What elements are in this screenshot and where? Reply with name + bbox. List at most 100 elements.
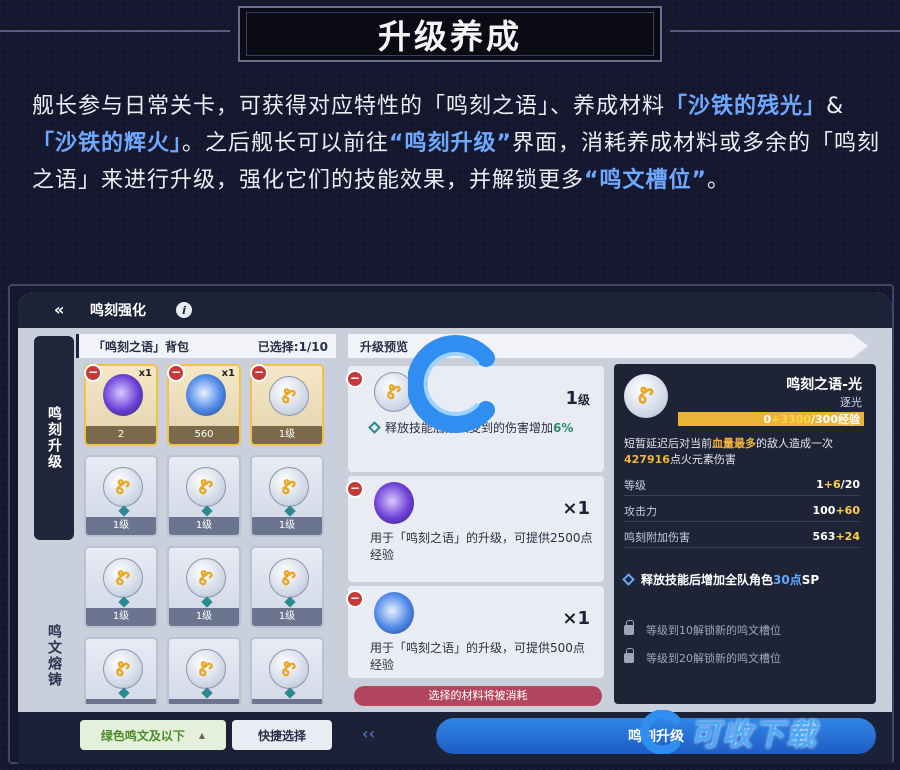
detail-panel: Ꮡ 鸣刻之语-光 逐光 0+3300/300经验 短暂延迟后对当前血量最多的敌人… xyxy=(614,364,876,704)
item-description: 短暂延迟后对当前血量最多的敌人造成一次427916点火元素伤害 xyxy=(624,437,833,466)
slot-label: 1级 xyxy=(252,426,322,444)
consume-note: 选择的材料将被消耗 xyxy=(354,686,602,706)
preview-value: ×1 xyxy=(562,498,590,519)
purple-orb-icon xyxy=(103,374,143,416)
inventory-slot[interactable]: Ꮡ xyxy=(84,637,158,704)
gem-icon xyxy=(284,687,296,699)
intro-paragraph: 舰长参与日常关卡，可获得对应特性的「鸣刻之语」、养成材料「沙铁的残光」&「沙铁的… xyxy=(32,94,880,193)
medal-icon: Ꮡ xyxy=(186,467,226,507)
title-deco-right xyxy=(670,30,900,50)
preview-card-material: − ×1 用于「鸣刻之语」的升级，可提供2500点经验 xyxy=(346,476,604,582)
skill-text: 释放技能后增加全队角色30点SP xyxy=(622,572,868,589)
inventory-slot[interactable]: Ꮡ xyxy=(167,637,241,704)
slot-label xyxy=(86,699,156,704)
side-nav: 鸣刻升级 鸣文熔铸 xyxy=(34,336,74,764)
medal-icon: Ꮡ xyxy=(269,376,309,416)
lock-row-20: 等级到20解锁新的鸣文槽位 xyxy=(624,648,781,666)
exp-text: 0+3300/300经验 xyxy=(763,413,860,426)
slot-label xyxy=(169,699,239,704)
stat-attack: 攻击力 100+60 xyxy=(624,500,860,522)
gem-icon xyxy=(201,505,213,517)
remove-icon[interactable]: − xyxy=(84,364,102,382)
title-deco-left xyxy=(0,30,230,50)
slot-label: 560 xyxy=(169,426,239,444)
remove-icon[interactable]: − xyxy=(346,480,364,498)
top-bar: « 鸣刻强化 i xyxy=(18,292,892,328)
preview-desc: 用于「鸣刻之语」的升级，可提供500点经验 xyxy=(370,641,585,672)
watermark-logo xyxy=(406,334,500,434)
caret-up-icon: ▲ xyxy=(198,730,206,740)
gem-icon xyxy=(201,687,213,699)
medal-icon: Ꮡ xyxy=(103,467,143,507)
slot-label xyxy=(252,699,322,704)
quick-select-button[interactable]: 快捷选择 xyxy=(232,720,332,750)
remove-icon[interactable]: − xyxy=(167,364,185,382)
item-subtitle: 逐光 xyxy=(840,396,862,409)
info-icon[interactable]: i xyxy=(176,302,192,318)
inventory-header: 「鸣刻之语」背包 已选择:1/10 xyxy=(76,334,336,358)
remove-icon[interactable]: − xyxy=(346,370,364,388)
c-logo-small-icon xyxy=(640,710,681,754)
stat-extra-damage: 鸣刻附加伤害 563+24 xyxy=(624,526,860,548)
inventory-slot[interactable]: − x1 2 xyxy=(84,364,158,446)
preview-value: 1级 xyxy=(565,388,590,409)
title-banner: 升级养成 xyxy=(238,6,662,62)
inventory-grid-area: − x1 2− x1 560− Ꮡ 1级 Ꮡ 1级 Ꮡ 1级 Ꮡ 1级 Ꮡ 1级 Ꮡ 1级 Ꮡ 1级 Ꮡ Ꮡ Ꮡ xyxy=(84,364,334,704)
stat-level: 等级 1+6/20 xyxy=(624,474,860,496)
page-title: 升级养成 xyxy=(378,17,522,56)
preview-card-material: − ×1 用于「鸣刻之语」的升级，可提供500点经验 xyxy=(346,586,604,678)
blue-orb-icon xyxy=(374,592,414,634)
watermark-text: 可收下载 xyxy=(640,710,818,754)
item-name: 鸣刻之语-光 xyxy=(786,377,862,393)
slot-qty: x1 xyxy=(221,368,235,379)
inventory-slot[interactable]: − x1 560 xyxy=(167,364,241,446)
tab-forge[interactable]: 鸣文熔铸 xyxy=(34,596,74,716)
lock-icon xyxy=(624,648,634,663)
inventory-slot[interactable]: Ꮡ 1级 xyxy=(250,546,324,628)
slot-label: 1级 xyxy=(169,608,239,626)
gem-icon xyxy=(118,596,130,608)
medal-icon: Ꮡ xyxy=(624,374,668,418)
slot-label: 1级 xyxy=(86,608,156,626)
medal-icon: Ꮡ xyxy=(186,649,226,689)
inventory-slot[interactable]: Ꮡ 1级 xyxy=(84,546,158,628)
skill-icon xyxy=(622,573,635,586)
medal-icon: Ꮡ xyxy=(186,558,226,598)
medal-icon: Ꮡ xyxy=(103,558,143,598)
medal-icon: Ꮡ xyxy=(269,558,309,598)
medal-icon: Ꮡ xyxy=(269,467,309,507)
medal-icon: Ꮡ xyxy=(103,649,143,689)
inventory-slot[interactable]: Ꮡ xyxy=(250,637,324,704)
inventory-slot[interactable]: Ꮡ 1级 xyxy=(167,546,241,628)
gem-icon xyxy=(284,505,296,517)
back-icon[interactable]: « xyxy=(54,301,78,319)
gem-icon xyxy=(118,687,130,699)
gem-icon xyxy=(201,596,213,608)
slot-label: 2 xyxy=(86,426,156,444)
slot-qty: x1 xyxy=(138,368,152,379)
slot-label: 1级 xyxy=(169,517,239,535)
gem-icon xyxy=(118,505,130,517)
chevron-left-icon: ‹‹ xyxy=(362,724,376,743)
inventory-slot[interactable]: Ꮡ 1级 xyxy=(250,455,324,537)
blue-orb-icon xyxy=(186,374,226,416)
lock-icon xyxy=(624,620,634,635)
medal-icon: Ꮡ xyxy=(269,649,309,689)
inventory-grid: − x1 2− x1 560− Ꮡ 1级 Ꮡ 1级 Ꮡ 1级 Ꮡ 1级 Ꮡ 1级 Ꮡ 1级 Ꮡ 1级 Ꮡ Ꮡ Ꮡ xyxy=(84,364,334,704)
slot-label: 1级 xyxy=(252,608,322,626)
inventory-slot[interactable]: Ꮡ 1级 xyxy=(167,455,241,537)
slot-label: 1级 xyxy=(86,517,156,535)
filter-button[interactable]: 绿色鸣文及以下 ▲ xyxy=(80,720,226,750)
inventory-slot[interactable]: − Ꮡ 1级 xyxy=(250,364,324,446)
preview-value: ×1 xyxy=(562,608,590,629)
tab-upgrade[interactable]: 鸣刻升级 xyxy=(34,336,74,540)
inventory-slot[interactable]: Ꮡ 1级 xyxy=(84,455,158,537)
slot-label: 1级 xyxy=(252,517,322,535)
purple-orb-icon xyxy=(374,482,414,524)
gem-icon xyxy=(284,596,296,608)
c-logo-icon xyxy=(406,335,495,433)
remove-icon[interactable]: − xyxy=(346,590,364,608)
remove-icon[interactable]: − xyxy=(250,364,268,382)
screen-title: 鸣刻强化 xyxy=(90,303,146,319)
selection-count: 已选择:1/10 xyxy=(257,339,328,354)
